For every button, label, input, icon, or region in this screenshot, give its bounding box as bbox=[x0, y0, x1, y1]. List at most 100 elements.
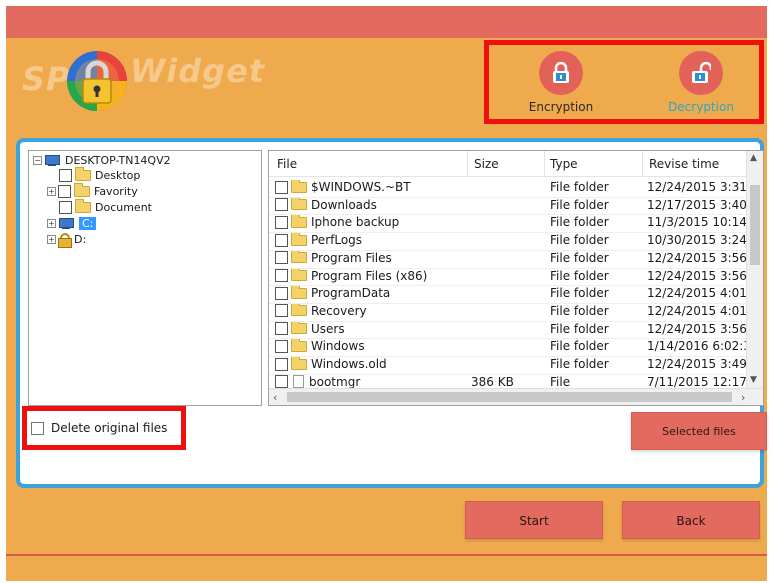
revise-time: 11/3/2015 10:14 bbox=[647, 215, 747, 230]
file-name: bootmgr bbox=[309, 374, 361, 389]
table-row[interactable]: Recovery File folder 12/24/2015 4:01 bbox=[269, 303, 747, 321]
folder-icon bbox=[291, 197, 307, 211]
column-header-type[interactable]: Type bbox=[550, 157, 578, 171]
file-name-cell: Program Files (x86) bbox=[275, 268, 463, 283]
row-checkbox[interactable] bbox=[275, 180, 288, 194]
vertical-scrollbar[interactable]: ▲ ▼ bbox=[746, 151, 763, 390]
row-checkbox[interactable] bbox=[275, 215, 288, 229]
delete-original-option[interactable]: Delete original files bbox=[22, 406, 186, 450]
selected-files-button[interactable]: Selected files bbox=[631, 412, 767, 450]
footer: Start Back bbox=[6, 494, 767, 554]
file-name-cell: Downloads bbox=[275, 197, 463, 212]
document-checkbox[interactable] bbox=[59, 201, 72, 214]
folder-icon bbox=[291, 268, 307, 281]
expand-icon[interactable]: + bbox=[47, 187, 56, 196]
folder-tree[interactable]: − DESKTOP-TN14QV2 Desktop + Favority Doc… bbox=[28, 150, 262, 406]
scroll-right-icon[interactable]: › bbox=[741, 391, 745, 404]
table-row[interactable]: Windows.old File folder 12/24/2015 3:49 bbox=[269, 356, 747, 374]
scrollbar-thumb[interactable] bbox=[287, 392, 732, 402]
file-name-cell: Recovery bbox=[275, 303, 463, 318]
table-row[interactable]: Iphone backup File folder 11/3/2015 10:14 bbox=[269, 214, 747, 232]
file-list[interactable]: File Size Type Revise time $WINDOWS.~BT F… bbox=[268, 150, 764, 406]
revise-time: 7/11/2015 12:17 bbox=[647, 374, 747, 389]
column-header-size[interactable]: Size bbox=[474, 157, 499, 171]
delete-original-label: Delete original files bbox=[51, 421, 168, 435]
revise-time: 12/24/2015 3:56 bbox=[647, 268, 747, 283]
file-name: Downloads bbox=[311, 197, 377, 212]
collapse-icon[interactable]: − bbox=[33, 156, 42, 165]
column-header-revise-time[interactable]: Revise time bbox=[649, 157, 719, 171]
locked-drive-icon bbox=[58, 233, 72, 248]
tree-item-document[interactable]: Document bbox=[59, 199, 152, 215]
delete-original-checkbox[interactable] bbox=[31, 421, 44, 435]
folder-icon bbox=[291, 250, 307, 264]
column-separator[interactable] bbox=[544, 151, 545, 177]
tree-item-desktop[interactable]: Desktop bbox=[59, 167, 140, 183]
desktop-checkbox[interactable] bbox=[59, 169, 72, 182]
tree-item-label: D: bbox=[74, 233, 87, 246]
table-row[interactable]: Windows File folder 1/14/2016 6:02:3 bbox=[269, 338, 747, 356]
tree-item-favority[interactable]: + Favority bbox=[47, 183, 138, 199]
file-type: File folder bbox=[550, 303, 609, 318]
file-name: ProgramData bbox=[311, 286, 391, 301]
scrollbar-thumb[interactable] bbox=[750, 185, 760, 265]
column-separator[interactable] bbox=[642, 151, 643, 177]
row-checkbox[interactable] bbox=[275, 286, 288, 300]
scroll-up-icon[interactable]: ▲ bbox=[750, 153, 757, 163]
table-row[interactable]: Downloads File folder 12/17/2015 3:40 bbox=[269, 197, 747, 215]
file-name-cell: PerfLogs bbox=[275, 233, 463, 247]
folder-icon bbox=[75, 167, 91, 181]
padlock-logo-icon bbox=[67, 51, 127, 111]
row-checkbox[interactable] bbox=[275, 322, 288, 336]
revise-time: 12/24/2015 4:01 bbox=[647, 303, 747, 318]
back-button[interactable]: Back bbox=[622, 501, 760, 539]
row-checkbox[interactable] bbox=[275, 233, 288, 247]
encryption-button[interactable]: Encryption bbox=[501, 51, 621, 117]
row-checkbox[interactable] bbox=[275, 357, 288, 371]
revise-time: 12/24/2015 3:31 bbox=[647, 180, 747, 194]
decryption-button[interactable]: Decryption bbox=[641, 51, 761, 117]
file-name: Recovery bbox=[311, 303, 367, 318]
file-name-cell: Iphone backup bbox=[275, 215, 463, 229]
header: SP Widget Encryption Decryption bbox=[6, 38, 767, 138]
scroll-down-icon[interactable]: ▼ bbox=[750, 375, 757, 385]
column-header-file[interactable]: File bbox=[277, 157, 297, 171]
unlocked-padlock-icon bbox=[679, 51, 723, 95]
tree-item-drive-d[interactable]: + D: bbox=[47, 232, 87, 248]
table-row[interactable]: Users File folder 12/24/2015 3:56 bbox=[269, 321, 747, 339]
tree-root[interactable]: − DESKTOP-TN14QV2 bbox=[33, 153, 171, 168]
folder-icon bbox=[291, 180, 307, 193]
file-type: File folder bbox=[550, 268, 609, 283]
revise-time: 12/24/2015 3:56 bbox=[647, 250, 747, 265]
title-strip bbox=[6, 6, 767, 38]
row-checkbox[interactable] bbox=[275, 375, 288, 389]
file-type: File folder bbox=[550, 233, 609, 248]
column-separator[interactable] bbox=[467, 151, 468, 177]
app-logo: SP Widget bbox=[18, 50, 264, 111]
start-button[interactable]: Start bbox=[465, 501, 603, 539]
row-checkbox[interactable] bbox=[275, 251, 288, 265]
file-size: 386 KB bbox=[471, 374, 514, 389]
table-row[interactable]: PerfLogs File folder 10/30/2015 3:24 bbox=[269, 232, 747, 250]
table-row[interactable]: ProgramData File folder 12/24/2015 4:01 bbox=[269, 285, 747, 303]
file-name: Windows.old bbox=[311, 357, 387, 371]
row-checkbox[interactable] bbox=[275, 198, 288, 212]
table-row[interactable]: Program Files (x86) File folder 12/24/2015… bbox=[269, 268, 747, 286]
file-type: File folder bbox=[550, 250, 609, 265]
expand-icon[interactable]: + bbox=[47, 235, 56, 244]
row-checkbox[interactable] bbox=[275, 269, 288, 282]
computer-icon bbox=[44, 155, 60, 166]
file-name-cell: Windows.old bbox=[275, 357, 463, 371]
horizontal-scrollbar[interactable]: ‹ › bbox=[269, 388, 763, 405]
tree-item-label: Document bbox=[95, 201, 152, 214]
scroll-left-icon[interactable]: ‹ bbox=[273, 391, 277, 404]
row-checkbox[interactable] bbox=[275, 339, 288, 353]
table-row[interactable]: Program Files File folder 12/24/2015 3:56 bbox=[269, 250, 747, 268]
folder-icon bbox=[291, 233, 307, 246]
table-row[interactable]: $WINDOWS.~BT File folder 12/24/2015 3:31 bbox=[269, 179, 747, 197]
file-name-cell: Users bbox=[275, 321, 463, 336]
row-checkbox[interactable] bbox=[275, 304, 288, 318]
favority-checkbox[interactable] bbox=[58, 185, 71, 198]
expand-icon[interactable]: + bbox=[47, 219, 56, 228]
tree-item-drive-c[interactable]: + C: bbox=[47, 216, 97, 231]
